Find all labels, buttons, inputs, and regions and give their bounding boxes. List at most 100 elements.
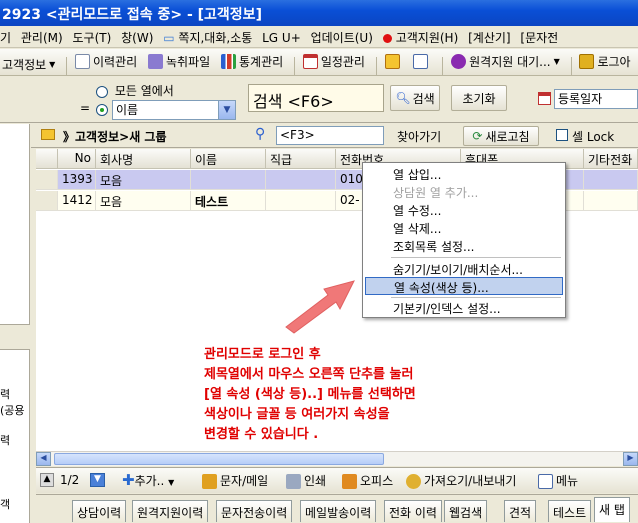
tab-consult-history[interactable]: 상담이력 <box>72 500 127 522</box>
left-panel-label: (공용 <box>0 404 25 417</box>
menu-button[interactable]: 메뉴 <box>538 472 578 489</box>
toolbar-statistics[interactable]: 통계관리 <box>219 49 288 74</box>
annotation-line: 색상이나 글꼴 등 여러가지 속성을 <box>204 407 390 422</box>
tab-estimate[interactable]: 견적 <box>504 500 537 522</box>
column-header-other-phone[interactable]: 기타전화 <box>584 149 638 169</box>
bottom-tab-strip: 상담이력 원격지원이력 문자전송이력 메일발송이력 전화 이력 웹검색 견적 테… <box>36 494 638 523</box>
scroll-thumb[interactable] <box>54 453 384 465</box>
menu-update[interactable]: 업데이트(U) <box>311 26 379 48</box>
radio-all-columns[interactable]: 모든 열에서 <box>96 82 174 99</box>
radio-button[interactable] <box>96 85 108 98</box>
toolbar-separator <box>293 56 295 75</box>
cell-lock-checkbox[interactable] <box>556 129 568 141</box>
menu-item-delete-column[interactable]: 열 삭제... <box>365 219 563 237</box>
menu-item-insert-column[interactable]: 열 삽입... <box>365 165 563 183</box>
next-page-icon[interactable]: ▼ <box>90 473 105 487</box>
search-button[interactable]: 🔍︎ 검색 <box>390 85 440 111</box>
radio-all-columns-label: 모든 열에서 <box>114 84 174 98</box>
search-input[interactable]: 검색 <F6> <box>248 84 384 112</box>
row-selector-header <box>36 149 58 169</box>
row-selector[interactable] <box>36 170 58 190</box>
chevron-down-icon[interactable]: ▼ <box>218 101 235 119</box>
tab-remote-history[interactable]: 원격지원이력 <box>132 500 209 522</box>
magnifier-icon: 🔍︎ <box>395 91 411 105</box>
menu-lguplus[interactable]: LG U+ <box>262 28 307 50</box>
column-header-no[interactable]: No <box>58 149 96 169</box>
table-cell[interactable]: 테스트 <box>191 191 266 211</box>
table-cell[interactable] <box>584 191 638 211</box>
menu-calculator[interactable]: [계산기] <box>468 26 516 48</box>
date-select[interactable]: 등록일자 <box>554 89 638 109</box>
radio-field[interactable] <box>96 103 108 116</box>
office-button[interactable]: 오피스 <box>342 472 393 489</box>
table-cell[interactable]: 모음 <box>96 170 191 190</box>
table-cell[interactable]: 1412 <box>58 191 96 211</box>
table-cell[interactable] <box>266 170 336 190</box>
table-cell[interactable]: 모음 <box>96 191 191 211</box>
pointer-arrow <box>285 280 355 334</box>
tab-call-history[interactable]: 전화 이력 <box>384 500 442 522</box>
scroll-left-icon[interactable]: ◀ <box>36 452 51 466</box>
menu-messages[interactable]: ▭ 쪽지,대화,소통 <box>163 26 258 48</box>
menu-window[interactable]: 창(W) <box>121 26 159 48</box>
tab-sms-history[interactable]: 문자전송이력 <box>216 500 293 522</box>
print-button[interactable]: 인쇄 <box>286 472 326 489</box>
search-bar: 모든 열에서 = 이름 ▼ 검색 <F6> 🔍︎ 검색 초기화 등록일자 <box>0 77 638 123</box>
menu-item-primary-key-index[interactable]: 기본키/인덱스 설정... <box>365 299 563 317</box>
toolbar-mail[interactable] <box>411 49 436 74</box>
toolbar-logout[interactable]: 로그아 <box>577 49 635 74</box>
scroll-right-icon[interactable]: ▶ <box>623 452 638 466</box>
import-export-button[interactable]: 가져오기/내보내기 <box>406 472 516 489</box>
left-panel: 력 (공용 력 객 <box>0 124 30 523</box>
arrow-shape <box>285 280 355 334</box>
column-header-title[interactable]: 직급 <box>266 149 336 169</box>
memo-icon <box>384 54 400 69</box>
find-input[interactable]: <F3> <box>276 126 384 145</box>
equals-label: = <box>80 101 91 115</box>
menu-sms[interactable]: [문자전 <box>520 26 564 48</box>
tab-mail-history[interactable]: 메일발송이력 <box>300 500 377 522</box>
reset-button[interactable]: 초기화 <box>451 85 507 111</box>
sms-mail-button[interactable]: 문자/메일 <box>202 472 268 489</box>
table-cell[interactable] <box>191 170 266 190</box>
breadcrumb[interactable]: 》고객정보>새 그룹 <box>63 128 167 145</box>
menu-item-edit-column[interactable]: 열 수정... <box>365 201 563 219</box>
horizontal-scrollbar[interactable]: ◀ ▶ <box>36 451 638 466</box>
row-selector[interactable] <box>36 191 58 211</box>
field-select[interactable]: 이름 ▼ <box>112 100 236 120</box>
column-header-name[interactable]: 이름 <box>191 149 266 169</box>
lock-icon <box>579 54 595 69</box>
table-cell[interactable] <box>584 170 638 190</box>
dropdown-arrow-icon: ▼ <box>553 57 560 66</box>
toolbar-customer-info[interactable]: 고객정보 ▼ <box>0 52 60 77</box>
toolbar-recordings[interactable]: 녹취파일 <box>146 49 215 74</box>
window-title: 2923 <관리모드로 접속 중> - [고객정보] <box>2 7 262 23</box>
goto-button[interactable]: 찾아가기 <box>397 128 441 145</box>
menu-item-column-properties[interactable]: 열 속성(색상 등)... <box>365 277 563 295</box>
toolbar-memo[interactable] <box>383 49 408 74</box>
refresh-button[interactable]: ⟳ 새로고침 <box>463 126 539 146</box>
menu-support[interactable]: 고객지원(H) <box>382 26 465 48</box>
annotation-text: 관리모드로 로그인 후 제목열에서 마우스 오른쪽 단추를 눌러 [열 속성 (… <box>204 345 514 445</box>
toolbar-schedule[interactable]: 일정관리 <box>301 49 370 74</box>
column-header-company[interactable]: 회사명 <box>96 149 191 169</box>
table-cell[interactable]: 1393 <box>58 170 96 190</box>
menu-item-add-agent-column[interactable]: 상담원 열 추가... <box>365 183 563 201</box>
menu-tools[interactable]: 도구(T) <box>73 26 118 48</box>
tab-web-search[interactable]: 웹검색 <box>444 500 488 522</box>
record-icon <box>382 34 392 43</box>
toolbar-history[interactable]: 이력관리 <box>73 49 142 74</box>
toolbar-remote-support[interactable]: 원격지원 대기... ▼ <box>449 49 565 74</box>
menu-item-hide-show-order[interactable]: 숨기기/보이기/배치순서... <box>365 260 563 278</box>
menu-item-view-settings[interactable]: 조회목록 설정... <box>365 237 563 255</box>
table-cell[interactable] <box>266 191 336 211</box>
document-icon <box>74 54 90 69</box>
add-button[interactable]: ✚추가.. ▼ <box>122 471 174 489</box>
sms-icon <box>202 474 217 489</box>
tab-new[interactable]: 새 탭 <box>594 497 630 522</box>
menu-manage[interactable]: 관리(M) <box>21 26 69 48</box>
tab-test[interactable]: 테스트 <box>548 500 592 522</box>
first-page-icon[interactable]: ▲ <box>40 473 54 487</box>
menu-file[interactable]: 기 <box>0 26 17 48</box>
window-title-bar[interactable]: 2923 <관리모드로 접속 중> - [고객정보] <box>0 0 638 26</box>
